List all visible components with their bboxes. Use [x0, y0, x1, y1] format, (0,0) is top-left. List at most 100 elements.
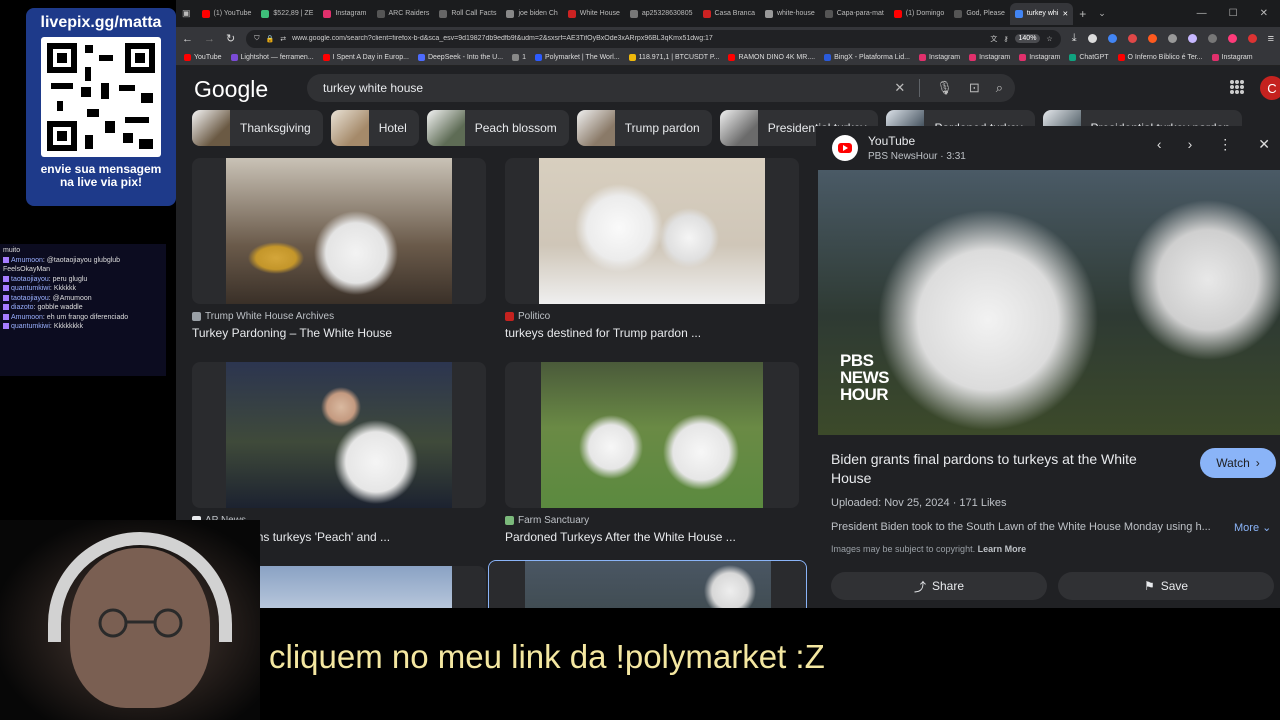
apps-grid-icon[interactable] [1230, 80, 1244, 94]
bookmark-item[interactable]: Instagram [969, 54, 1010, 61]
bookmark-item[interactable]: 118.971,1 | BTCUSDT P... [628, 54, 719, 61]
chip-hotel[interactable]: Hotel [330, 110, 419, 146]
browser-tab[interactable]: (1) Domingo [889, 3, 950, 25]
address-bar[interactable]: ⛉ 🔒 ⇄ www.google.com/search?client=firef… [246, 29, 1061, 48]
bookmark-item[interactable]: DeepSeek - Into the U... [417, 54, 503, 61]
extension-icon[interactable] [1247, 34, 1257, 43]
shield-icon[interactable]: ⛉ [254, 35, 259, 43]
browser-tab[interactable]: joe biden Ch [501, 3, 562, 25]
result-thumbnail[interactable] [226, 158, 452, 304]
lens-icon[interactable]: ⊡ [969, 80, 980, 96]
browser-window: ▣ (1) YouTube $522,89 | ZE Instagram ARC… [176, 0, 1280, 608]
result-thumbnail[interactable] [525, 561, 771, 608]
bookmark-item[interactable]: YouTube [184, 54, 222, 61]
more-link[interactable]: More ⌄ [1234, 521, 1271, 534]
browser-tab[interactable]: Roll Call Facts [434, 3, 501, 25]
chip-trump-pardon[interactable]: Trump pardon [576, 110, 712, 146]
bookmark-item[interactable]: RAMON DINO 4K MR.... [728, 54, 815, 61]
result-title[interactable]: Pardoned Turkeys After the White House .… [505, 530, 799, 544]
google-logo[interactable]: Google [194, 76, 268, 103]
close-window-icon[interactable]: ✕ [1260, 8, 1268, 19]
panel-source[interactable]: YouTube [868, 134, 915, 148]
more-options-icon[interactable]: ⋮ [1218, 136, 1232, 153]
save-button[interactable]: ⚑ Save [1058, 572, 1274, 600]
image-result[interactable]: Trump White House Archives Turkey Pardon… [192, 158, 486, 340]
browser-tab[interactable]: God, Please [949, 3, 1010, 25]
translate-icon[interactable]: 文 [990, 34, 997, 44]
menu-icon[interactable]: ≡ [1268, 33, 1274, 45]
maximize-icon[interactable]: ☐ [1229, 8, 1238, 19]
panel-preview-image[interactable]: PBS NEWS HOUR [818, 170, 1280, 435]
close-tab-icon[interactable]: ✕ [1062, 10, 1068, 18]
panel-title[interactable]: Biden grants final pardons to turkeys at… [831, 450, 1181, 488]
next-icon[interactable]: › [1188, 136, 1193, 153]
browser-tab[interactable]: ARC Raiders [372, 3, 435, 25]
download-icon[interactable]: ⤓ [1072, 32, 1077, 45]
browser-tab[interactable]: white-house [760, 3, 820, 25]
extension-icon[interactable] [1207, 34, 1217, 43]
clear-icon[interactable]: ✕ [894, 80, 905, 96]
bookmark-item[interactable]: 1 [512, 54, 526, 61]
chip-thanksgiving[interactable]: Thanksgiving [192, 110, 323, 146]
result-thumbnail[interactable] [541, 362, 763, 508]
tab-overview-icon[interactable]: ▣ [176, 8, 197, 19]
url-text[interactable]: www.google.com/search?client=firefox-b-d… [292, 35, 984, 42]
browser-tab[interactable]: $522,89 | ZE [256, 3, 318, 25]
reload-icon[interactable]: ↻ [226, 32, 235, 45]
browser-tab[interactable]: ap25328630805 [625, 3, 698, 25]
result-thumbnail[interactable] [226, 362, 452, 508]
bookmark-item[interactable]: Polymarket | The Worl... [534, 54, 620, 61]
bookmark-item[interactable]: BingX - Plataforma Lid... [824, 54, 910, 61]
chip-peach-blossom[interactable]: Peach blossom [426, 110, 569, 146]
close-panel-icon[interactable]: ✕ [1258, 136, 1270, 153]
browser-tab[interactable]: White House [563, 3, 625, 25]
extension-icon[interactable] [1087, 34, 1097, 43]
lock-icon[interactable]: 🔒 [265, 35, 274, 43]
bookmark-item[interactable]: I Spent A Day in Europ... [322, 54, 409, 61]
image-result[interactable]: Politico turkeys destined for Trump pard… [505, 158, 799, 340]
browser-tab[interactable]: Capa-para-mat [820, 3, 889, 25]
microphone-icon[interactable]: 🎙 [936, 80, 953, 96]
bookmark-item[interactable]: Instagram [1019, 54, 1060, 61]
extension-icon[interactable] [1167, 34, 1177, 43]
result-title[interactable]: turkeys destined for Trump pardon ... [505, 326, 799, 340]
watch-button[interactable]: Watch › [1200, 448, 1276, 478]
extension-icon[interactable] [1127, 34, 1137, 43]
site-permissions-icon[interactable]: ⇄ [280, 35, 286, 43]
back-icon[interactable]: ← [182, 33, 193, 45]
bookmark-item[interactable]: Instagram [918, 54, 960, 61]
key-icon[interactable]: ⚷ [1003, 35, 1008, 43]
image-result-selected[interactable] [488, 560, 807, 608]
navigation-bar: ← → ↻ ⛉ 🔒 ⇄ www.google.com/search?client… [176, 27, 1280, 50]
share-button[interactable]: ⤴ Share [831, 572, 1047, 600]
extension-icon[interactable] [1107, 34, 1117, 43]
browser-tab-active[interactable]: turkey whi ✕ [1009, 2, 1074, 25]
browser-tab[interactable]: Instagram [318, 3, 371, 25]
result-thumbnail[interactable] [539, 158, 765, 304]
image-result[interactable]: AP News Biden pardons turkeys 'Peach' an… [192, 362, 486, 544]
image-result[interactable]: Farm Sanctuary Pardoned Turkeys After th… [505, 362, 799, 544]
bookmark-star-icon[interactable]: ☆ [1046, 35, 1052, 43]
browser-tab[interactable]: (1) YouTube [197, 3, 257, 25]
avatar[interactable]: C [1260, 76, 1280, 100]
bookmark-item[interactable]: Instagram [1211, 54, 1253, 61]
extension-icon[interactable] [1147, 34, 1157, 43]
result-source: Farm Sanctuary [518, 515, 590, 526]
new-tab-icon[interactable]: + [1073, 7, 1092, 21]
previous-icon[interactable]: ‹ [1157, 136, 1162, 153]
chevron-down-icon: ⌄ [1262, 522, 1272, 534]
bookmark-item[interactable]: O Inferno Bíblico é Ter... [1117, 54, 1203, 61]
extension-icon[interactable] [1227, 34, 1237, 43]
result-title[interactable]: Turkey Pardoning – The White House [192, 326, 486, 340]
search-input[interactable] [323, 81, 879, 95]
minimize-icon[interactable]: — [1197, 8, 1207, 19]
search-icon[interactable]: ⌕ [996, 80, 1003, 96]
tab-list-chevron-icon[interactable]: ⌄ [1092, 8, 1112, 19]
browser-tab[interactable]: Casa Branca [698, 3, 760, 25]
zoom-badge[interactable]: 140% [1014, 34, 1041, 43]
bookmark-item[interactable]: ChatGPT [1069, 54, 1109, 61]
bookmark-item[interactable]: Lightshot — ferramen... [230, 54, 314, 61]
forward-icon[interactable]: → [204, 33, 215, 45]
extension-icon[interactable] [1187, 34, 1197, 43]
learn-more-link[interactable]: Learn More [978, 544, 1027, 554]
